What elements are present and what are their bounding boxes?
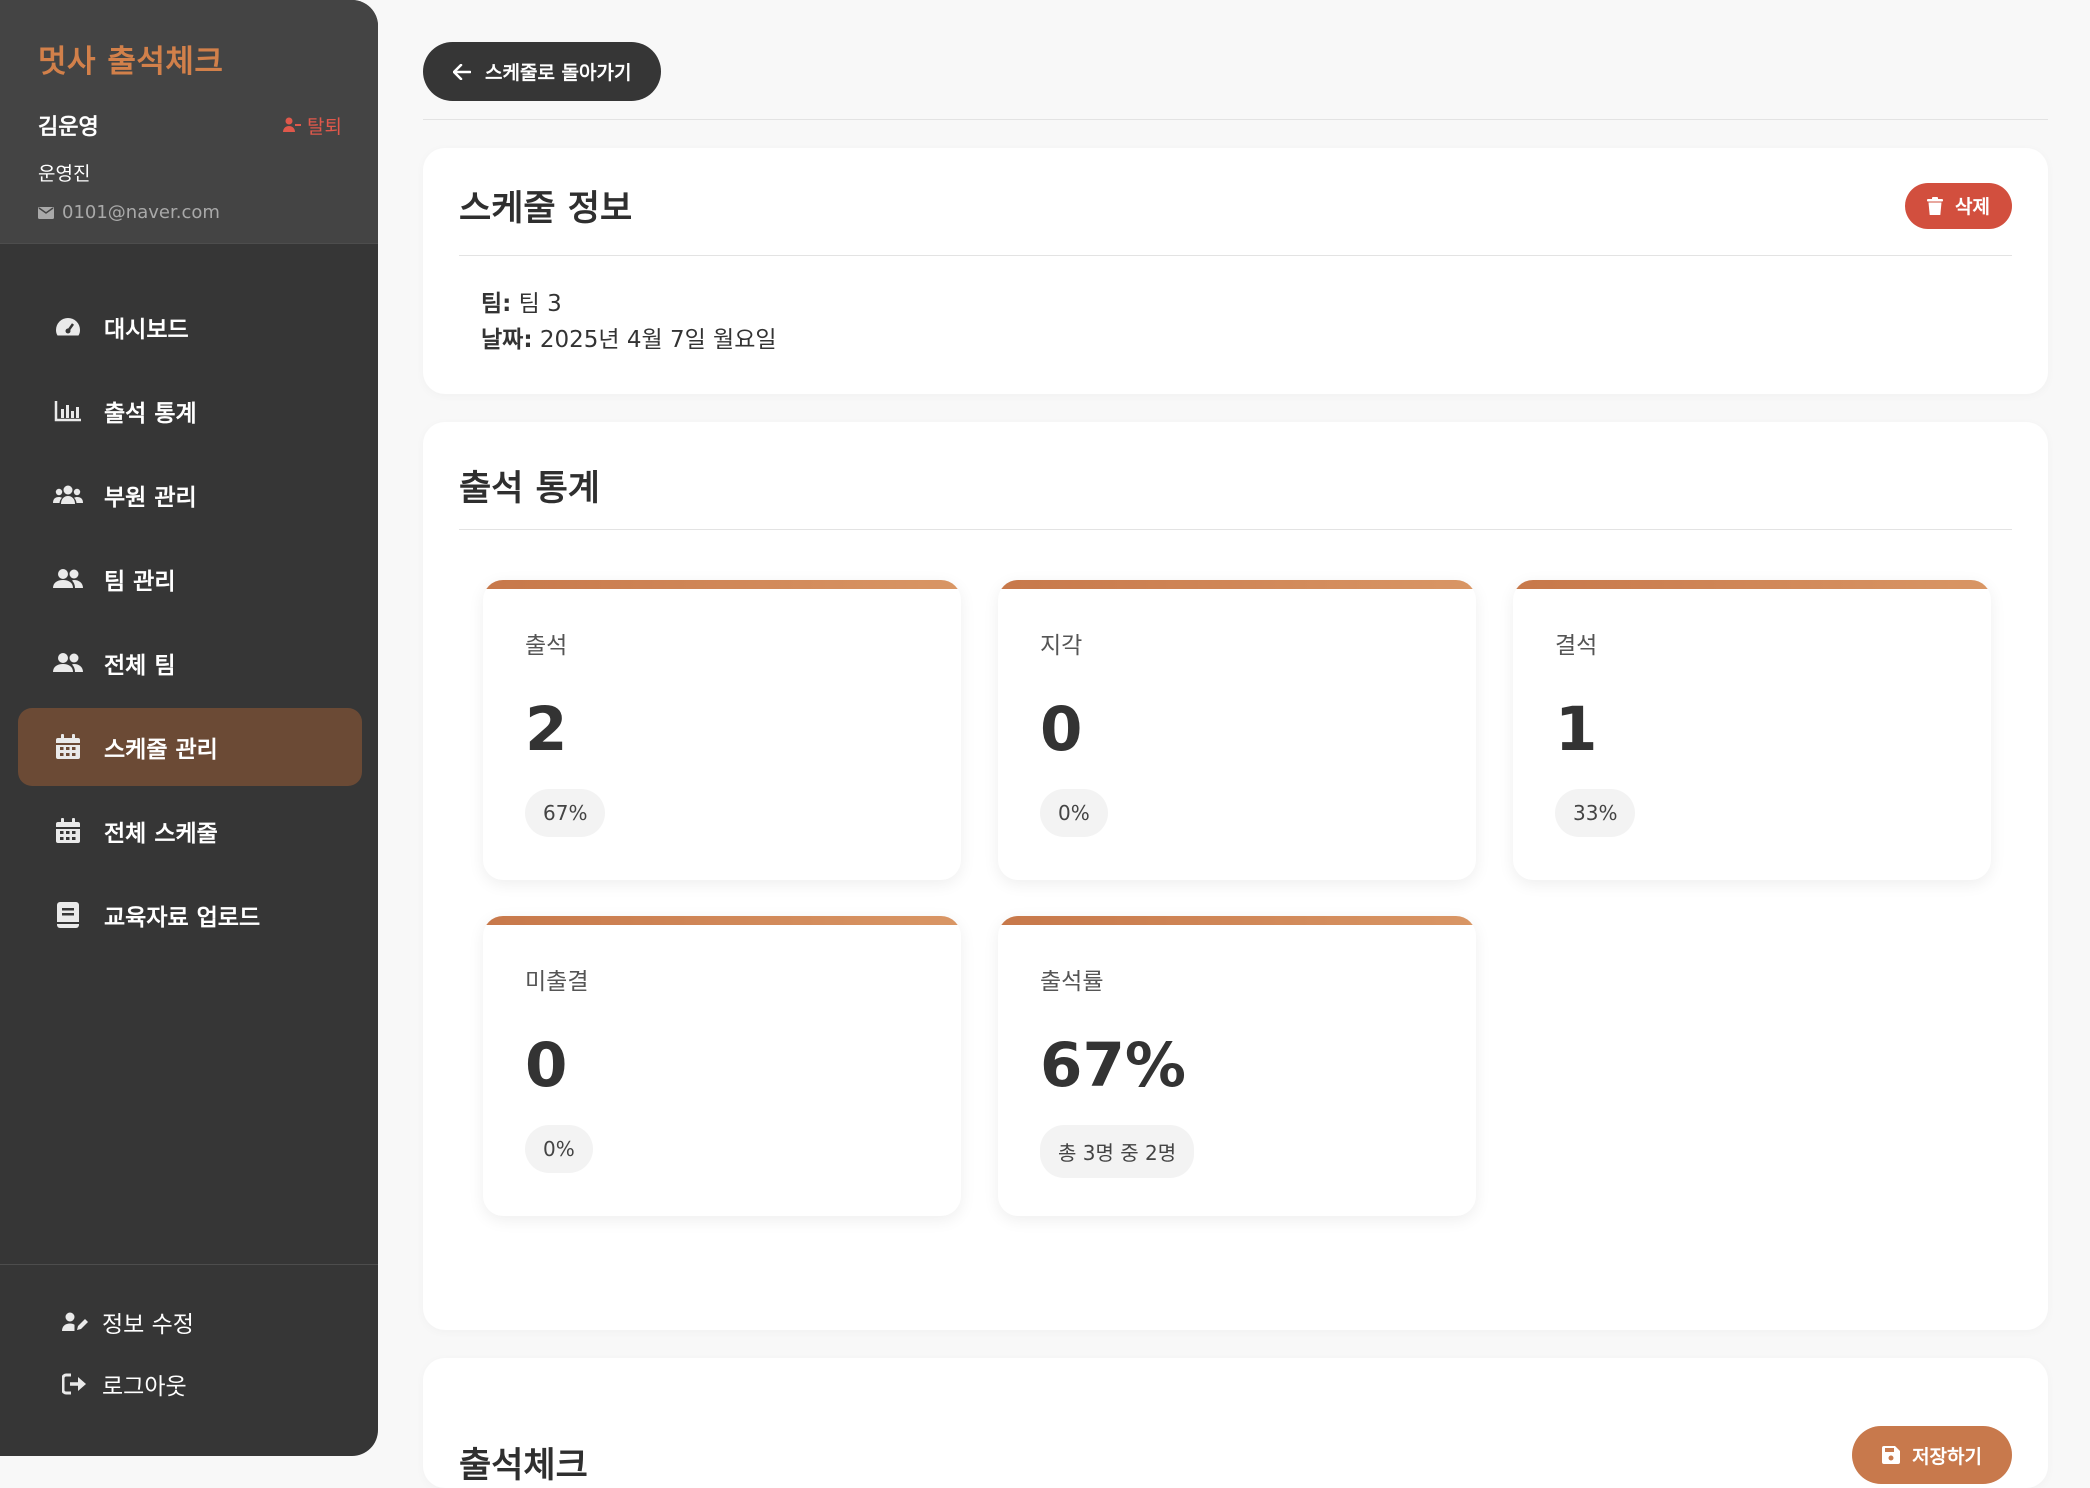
attendance-stats-card: 출석 통계 출석 2 67% 지각 0 0% 결석 1 33% 미출결 0 0% (423, 422, 2048, 1330)
arrow-left-icon (453, 64, 471, 80)
schedule-info-title: 스케줄 정보 (459, 180, 632, 231)
calendar-icon (52, 815, 84, 847)
user-minus-icon (283, 117, 301, 133)
stat-label: 지각 (1040, 626, 1434, 660)
back-to-schedule-button[interactable]: 스케줄로 돌아가기 (423, 42, 661, 101)
stat-value: 0 (525, 1030, 919, 1101)
stat-percent-badge: 67% (525, 789, 605, 837)
date-label: 날짜: (481, 327, 533, 353)
sidebar-nav: 대시보드 출석 통계 부원 관리 팀 관리 전체 팀 (0, 244, 378, 954)
stat-percent-badge: 33% (1555, 789, 1635, 837)
attendance-check-card: 출석체크 저장하기 (423, 1358, 2048, 1488)
team-label: 팀: (481, 291, 511, 317)
save-button[interactable]: 저장하기 (1852, 1426, 2012, 1484)
chart-bar-icon (52, 395, 84, 427)
stat-value: 2 (525, 694, 919, 765)
stat-label: 출석률 (1040, 962, 1434, 996)
save-label: 저장하기 (1912, 1442, 1982, 1469)
sign-out-icon (62, 1373, 88, 1395)
user-group-icon (52, 647, 84, 679)
sidebar-item-team-management[interactable]: 팀 관리 (18, 540, 362, 618)
sidebar-item-label: 팀 관리 (104, 562, 176, 596)
stat-card-attendance-rate: 출석률 67% 총 3명 중 2명 (998, 916, 1476, 1216)
logout-button[interactable]: 로그아웃 (62, 1367, 378, 1401)
schedule-info-header: 스케줄 정보 삭제 (459, 148, 2012, 256)
sidebar-item-label: 스케줄 관리 (104, 730, 218, 764)
attendance-stats-title: 출석 통계 (459, 460, 600, 511)
stat-label: 결석 (1555, 626, 1949, 660)
sidebar-item-label: 대시보드 (104, 310, 189, 344)
attendance-check-header: 출석체크 저장하기 (459, 1358, 2012, 1488)
book-icon (52, 899, 84, 931)
user-role: 운영진 (38, 159, 342, 186)
edit-info-label: 정보 수정 (102, 1305, 194, 1339)
envelope-icon (38, 207, 54, 219)
calendar-icon (52, 731, 84, 763)
main-content: 스케줄로 돌아가기 스케줄 정보 삭제 팀: 팀 3 날짜: 2025년 4월 … (378, 0, 2090, 1456)
user-email: 0101@naver.com (38, 202, 342, 223)
profile-panel: 멋사 출석체크 김운영 탈퇴 운영진 0101@naver.com (0, 0, 378, 244)
back-label: 스케줄로 돌아가기 (485, 58, 631, 85)
stat-card-present: 출석 2 67% (483, 580, 961, 880)
attendance-stats-header: 출석 통계 (459, 422, 2012, 530)
stat-value: 1 (1555, 694, 1949, 765)
delete-button[interactable]: 삭제 (1905, 183, 2012, 229)
stat-value: 67% (1040, 1030, 1434, 1101)
user-group-icon (52, 563, 84, 595)
stat-label: 출석 (525, 626, 919, 660)
withdraw-label: 탈퇴 (307, 112, 342, 139)
delete-label: 삭제 (1955, 192, 1990, 219)
sidebar-item-label: 전체 팀 (104, 646, 176, 680)
trash-icon (1927, 197, 1943, 215)
edit-info-button[interactable]: 정보 수정 (62, 1305, 378, 1339)
sidebar-item-upload-materials[interactable]: 교육자료 업로드 (18, 876, 362, 954)
withdraw-button[interactable]: 탈퇴 (283, 112, 342, 139)
stat-card-absent: 결석 1 33% (1513, 580, 1991, 880)
sidebar: 멋사 출석체크 김운영 탈퇴 운영진 0101@naver.com 대시보드 출… (0, 0, 378, 1456)
divider (423, 119, 2048, 120)
user-name: 김운영 (38, 109, 99, 141)
user-email-text: 0101@naver.com (62, 202, 220, 223)
user-row: 김운영 탈퇴 (38, 109, 342, 141)
sidebar-item-all-teams[interactable]: 전체 팀 (18, 624, 362, 702)
sidebar-item-dashboard[interactable]: 대시보드 (18, 288, 362, 366)
sidebar-item-label: 교육자료 업로드 (104, 898, 260, 932)
team-row: 팀: 팀 3 (481, 286, 1990, 322)
dashboard-icon (52, 311, 84, 343)
stat-grid: 출석 2 67% 지각 0 0% 결석 1 33% 미출결 0 0% 출석률 6 (459, 530, 2012, 1330)
schedule-info-card: 스케줄 정보 삭제 팀: 팀 3 날짜: 2025년 4월 7일 월요일 (423, 148, 2048, 394)
stat-card-late: 지각 0 0% (998, 580, 1476, 880)
stat-card-unchecked: 미출결 0 0% (483, 916, 961, 1216)
users-icon (52, 479, 84, 511)
team-value: 팀 3 (519, 291, 562, 317)
stat-percent-badge: 0% (1040, 789, 1108, 837)
stat-value: 0 (1040, 694, 1434, 765)
floppy-disk-icon (1882, 1446, 1900, 1464)
date-value: 2025년 4월 7일 월요일 (540, 327, 777, 353)
brand-title: 멋사 출석체크 (38, 36, 342, 81)
sidebar-item-member-management[interactable]: 부원 관리 (18, 456, 362, 534)
stat-summary-badge: 총 3명 중 2명 (1040, 1125, 1194, 1178)
sidebar-item-schedule-management[interactable]: 스케줄 관리 (18, 708, 362, 786)
sidebar-item-label: 부원 관리 (104, 478, 197, 512)
sidebar-item-label: 출석 통계 (104, 394, 197, 428)
sidebar-item-all-schedules[interactable]: 전체 스케줄 (18, 792, 362, 870)
stat-label: 미출결 (525, 962, 919, 996)
sidebar-item-label: 전체 스케줄 (104, 814, 218, 848)
attendance-check-title: 출석체크 (459, 1437, 588, 1488)
user-edit-icon (62, 1312, 88, 1332)
date-row: 날짜: 2025년 4월 7일 월요일 (481, 322, 1990, 358)
sidebar-item-attendance-stats[interactable]: 출석 통계 (18, 372, 362, 450)
schedule-info-body: 팀: 팀 3 날짜: 2025년 4월 7일 월요일 (459, 256, 2012, 394)
sidebar-footer: 정보 수정 로그아웃 (0, 1264, 378, 1429)
stat-percent-badge: 0% (525, 1125, 593, 1173)
logout-label: 로그아웃 (102, 1367, 187, 1401)
